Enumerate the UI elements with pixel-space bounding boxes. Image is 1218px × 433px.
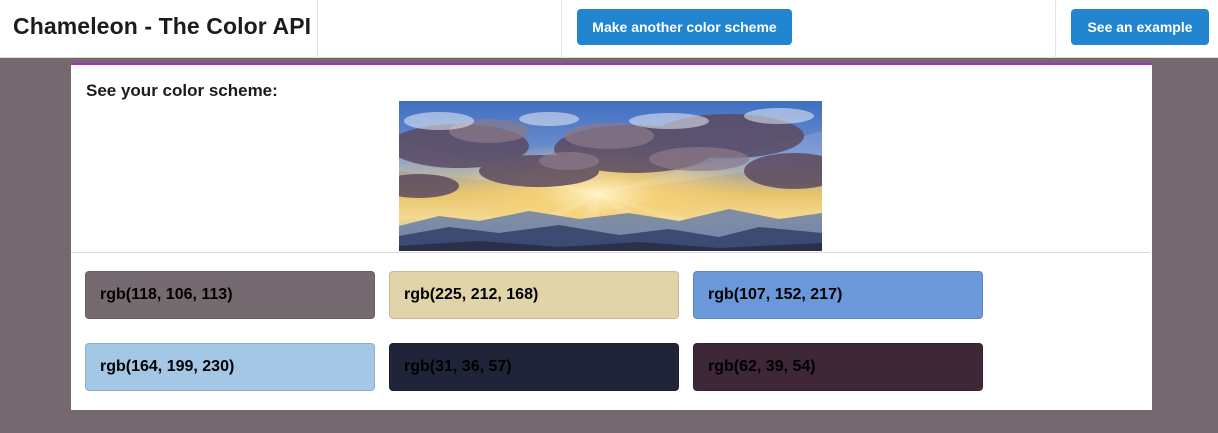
swatch-label: rgb(31, 36, 57) [404,358,512,375]
card-divider [71,252,1150,253]
swatch-label: rgb(62, 39, 54) [708,358,816,375]
swatch-label: rgb(118, 106, 113) [100,286,233,303]
source-image [399,101,822,251]
swatch-label: rgb(107, 152, 217) [708,286,843,303]
see-example-button[interactable]: See an example [1071,9,1209,45]
make-scheme-cell: Make another color scheme [562,0,1056,57]
color-swatch: rgb(118, 106, 113) [85,271,375,319]
example-cell: See an example [1056,0,1218,57]
swatch-label: rgb(225, 212, 168) [404,286,539,303]
top-menu-bar: Chameleon - The Color API Make another c… [0,0,1218,58]
app-title: Chameleon - The Color API [13,13,312,39]
make-another-scheme-button[interactable]: Make another color scheme [577,9,792,45]
color-scheme-card: See your color scheme: rgb(118, 106, 113… [71,63,1152,410]
menu-spacer-cell [318,0,562,57]
card-heading: See your color scheme: [86,81,278,100]
color-swatch: rgb(107, 152, 217) [693,271,983,319]
color-swatch: rgb(164, 199, 230) [85,343,375,391]
color-swatch: rgb(225, 212, 168) [389,271,679,319]
color-swatch: rgb(62, 39, 54) [693,343,983,391]
color-swatch: rgb(31, 36, 57) [389,343,679,391]
swatch-label: rgb(164, 199, 230) [100,358,235,375]
title-cell: Chameleon - The Color API [0,0,318,57]
